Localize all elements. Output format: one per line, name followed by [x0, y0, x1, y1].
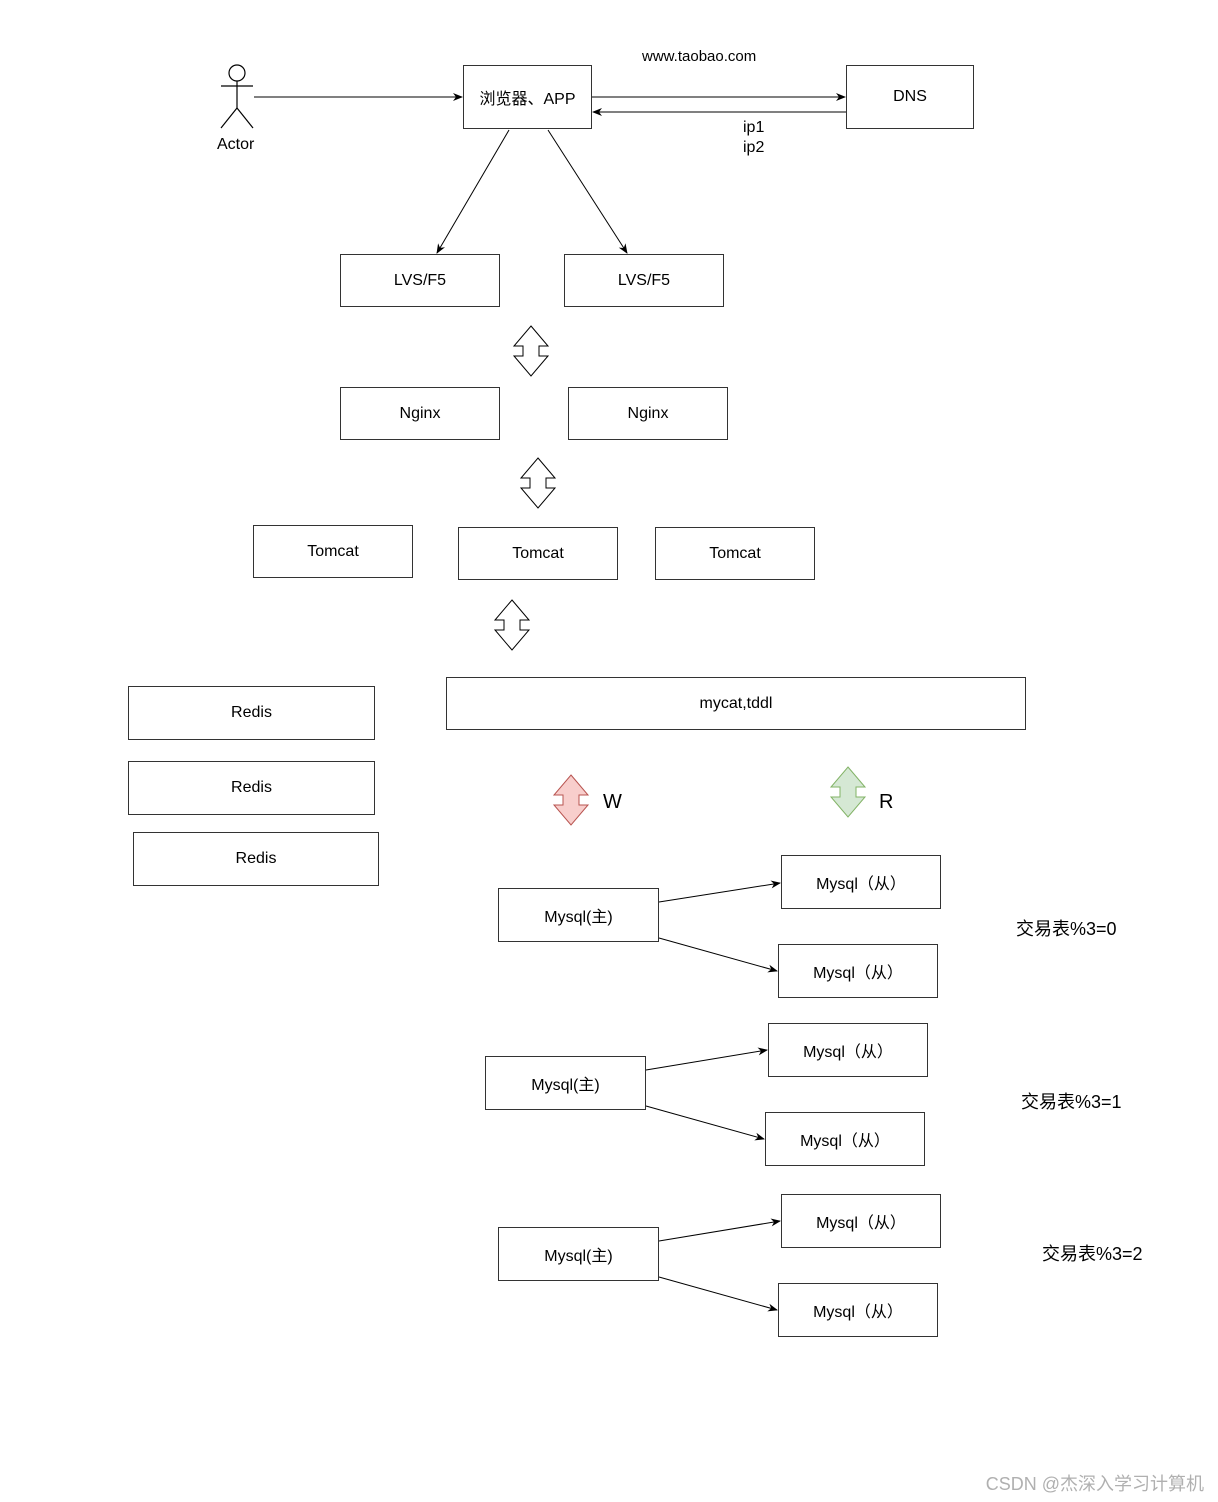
redis-node[interactable]: Redis: [128, 761, 375, 815]
mysql-slave-node[interactable]: Mysql（从）: [781, 1194, 941, 1248]
edge-browser-lvs2: [547, 129, 628, 254]
mysql-slave-node[interactable]: Mysql（从）: [781, 855, 941, 909]
bidirectional-arrow-icon: [512, 325, 550, 377]
ip1-label: ip1: [743, 119, 765, 136]
edge-replication: [645, 1105, 765, 1141]
shard-rule-label: 交易表%3=1: [1021, 1092, 1122, 1112]
actor-label: Actor: [217, 136, 255, 153]
redis-node[interactable]: Redis: [133, 832, 379, 886]
redis-node[interactable]: Redis: [128, 686, 375, 740]
domain-label: www.taobao.com: [642, 48, 757, 65]
edge-replication: [658, 1218, 781, 1242]
watermark: CSDN @杰深入学习计算机: [985, 1474, 1204, 1494]
read-arrow-icon: [829, 766, 867, 818]
tomcat-node[interactable]: Tomcat: [458, 527, 618, 580]
nginx-node[interactable]: Nginx: [568, 387, 728, 440]
mysql-slave-node[interactable]: Mysql（从）: [768, 1023, 928, 1077]
edge-replication: [645, 1047, 768, 1071]
nginx-node[interactable]: Nginx: [340, 387, 500, 440]
edge-replication: [658, 937, 778, 973]
bidirectional-arrow-icon: [493, 599, 531, 651]
edge-replication: [658, 1276, 778, 1312]
edge-replication: [658, 880, 781, 903]
mysql-slave-node[interactable]: Mysql（从）: [778, 1283, 938, 1337]
browser-app-node[interactable]: 浏览器、APP: [463, 65, 592, 129]
mysql-master-node[interactable]: Mysql(主): [485, 1056, 646, 1110]
shard-rule-label: 交易表%3=0: [1016, 919, 1117, 939]
read-label: R: [879, 791, 894, 813]
ip2-label: ip2: [743, 139, 765, 156]
bidirectional-arrow-icon: [519, 457, 557, 509]
edge-browser-lvs1: [436, 129, 510, 254]
lvs-node[interactable]: LVS/F5: [564, 254, 724, 307]
mysql-slave-node[interactable]: Mysql（从）: [778, 944, 938, 998]
tomcat-node[interactable]: Tomcat: [253, 525, 413, 578]
mysql-slave-node[interactable]: Mysql（从）: [765, 1112, 925, 1166]
shard-rule-label: 交易表%3=2: [1042, 1244, 1143, 1264]
mysql-master-node[interactable]: Mysql(主): [498, 1227, 659, 1281]
tomcat-node[interactable]: Tomcat: [655, 527, 815, 580]
write-arrow-icon: [552, 774, 590, 826]
lvs-node[interactable]: LVS/F5: [340, 254, 500, 307]
mysql-master-node[interactable]: Mysql(主): [498, 888, 659, 942]
actor-icon: [220, 64, 254, 129]
dns-node[interactable]: DNS: [846, 65, 974, 129]
write-label: W: [603, 791, 622, 813]
middleware-node[interactable]: mycat,tddl: [446, 677, 1026, 730]
